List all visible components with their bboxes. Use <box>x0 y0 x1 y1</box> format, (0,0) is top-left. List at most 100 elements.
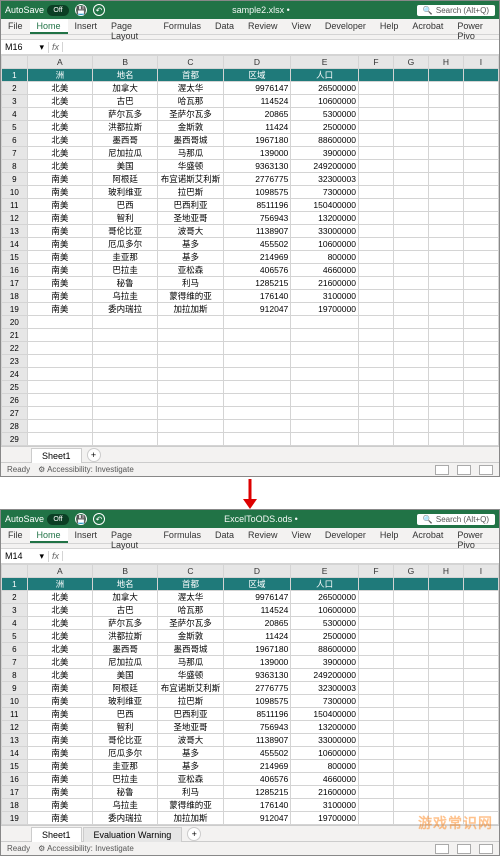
row-header[interactable]: 15 <box>2 251 28 264</box>
row-header[interactable]: 19 <box>2 812 28 825</box>
cell[interactable]: 10600000 <box>291 95 359 108</box>
cell[interactable]: 南美 <box>27 773 92 786</box>
row-header[interactable]: 9 <box>2 682 28 695</box>
cell[interactable]: 249200000 <box>291 160 359 173</box>
cell[interactable]: 波哥大 <box>158 734 223 747</box>
sheet-tab[interactable]: Sheet1 <box>31 827 82 842</box>
row-header[interactable]: 25 <box>2 381 28 394</box>
cell[interactable]: 北美 <box>27 604 92 617</box>
cell[interactable]: 华盛顿 <box>158 669 223 682</box>
cell[interactable]: 8511196 <box>223 199 291 212</box>
cell[interactable]: 南美 <box>27 290 92 303</box>
cell[interactable]: 哥伦比亚 <box>92 225 157 238</box>
row-header[interactable]: 6 <box>2 643 28 656</box>
row-header[interactable]: 1 <box>2 69 28 82</box>
cell[interactable]: 912047 <box>223 812 291 825</box>
cell[interactable]: 3900000 <box>291 147 359 160</box>
row-header[interactable]: 28 <box>2 420 28 433</box>
view-layout-icon[interactable] <box>457 465 471 475</box>
ribbon-tab-page-layout[interactable]: Page Layout <box>104 528 156 543</box>
cell[interactable]: 委内瑞拉 <box>92 303 157 316</box>
cell[interactable]: 11424 <box>223 121 291 134</box>
row-header[interactable]: 21 <box>2 329 28 342</box>
cell[interactable]: 南美 <box>27 734 92 747</box>
row-header[interactable]: 14 <box>2 747 28 760</box>
col-header-B[interactable]: B <box>92 565 157 578</box>
cell[interactable]: 13200000 <box>291 721 359 734</box>
cell[interactable]: 北美 <box>27 656 92 669</box>
cell[interactable]: 华盛顿 <box>158 160 223 173</box>
cell[interactable]: 加拉加斯 <box>158 812 223 825</box>
cell[interactable]: 乌拉圭 <box>92 799 157 812</box>
col-header-I[interactable]: I <box>463 56 498 69</box>
cell[interactable]: 金斯敦 <box>158 121 223 134</box>
cell[interactable]: 巴拉圭 <box>92 264 157 277</box>
ribbon-tab-review[interactable]: Review <box>241 528 285 543</box>
row-header[interactable]: 10 <box>2 186 28 199</box>
fx-icon[interactable]: fx <box>49 551 63 561</box>
cell[interactable]: 布宜诺斯艾利斯 <box>158 682 223 695</box>
cell[interactable]: 阿根廷 <box>92 682 157 695</box>
row-header[interactable]: 3 <box>2 95 28 108</box>
row-header[interactable]: 18 <box>2 290 28 303</box>
row-header[interactable]: 7 <box>2 656 28 669</box>
cell[interactable]: 19700000 <box>291 812 359 825</box>
cell[interactable]: 139000 <box>223 656 291 669</box>
search-box[interactable]: 🔍 Search (Alt+Q) <box>417 514 495 525</box>
cell[interactable]: 南美 <box>27 264 92 277</box>
undo-icon[interactable]: ↶ <box>93 4 105 16</box>
ribbon-tab-insert[interactable]: Insert <box>68 19 105 34</box>
row-header[interactable]: 2 <box>2 82 28 95</box>
ribbon-tab-developer[interactable]: Developer <box>318 528 373 543</box>
cell[interactable]: 基多 <box>158 238 223 251</box>
cell[interactable]: 圣地亚哥 <box>158 721 223 734</box>
cell[interactable]: 南美 <box>27 212 92 225</box>
save-icon[interactable]: 💾 <box>75 513 87 525</box>
ribbon-tab-insert[interactable]: Insert <box>68 528 105 543</box>
select-all[interactable] <box>2 565 28 578</box>
row-header[interactable]: 1 <box>2 578 28 591</box>
cell[interactable]: 10600000 <box>291 238 359 251</box>
cell[interactable]: 马那瓜 <box>158 656 223 669</box>
col-header-D[interactable]: D <box>223 565 291 578</box>
cell[interactable]: 1138907 <box>223 225 291 238</box>
table-header-cell[interactable]: 地名 <box>92 69 157 82</box>
cell[interactable]: 南美 <box>27 695 92 708</box>
cell[interactable]: 马那瓜 <box>158 147 223 160</box>
row-header[interactable]: 2 <box>2 591 28 604</box>
search-box[interactable]: 🔍 Search (Alt+Q) <box>417 5 495 16</box>
cell[interactable]: 2500000 <box>291 630 359 643</box>
ribbon-tab-help[interactable]: Help <box>373 19 406 34</box>
cell[interactable]: 南美 <box>27 682 92 695</box>
cell[interactable]: 南美 <box>27 708 92 721</box>
cell[interactable]: 912047 <box>223 303 291 316</box>
ribbon-tab-view[interactable]: View <box>284 528 317 543</box>
cell[interactable]: 8511196 <box>223 708 291 721</box>
cell[interactable]: 3900000 <box>291 656 359 669</box>
cell[interactable]: 波哥大 <box>158 225 223 238</box>
cell[interactable]: 利马 <box>158 786 223 799</box>
cell[interactable]: 亚松森 <box>158 264 223 277</box>
view-layout-icon[interactable] <box>457 844 471 854</box>
new-sheet-button[interactable]: + <box>87 448 101 462</box>
ribbon-tab-page-layout[interactable]: Page Layout <box>104 19 156 34</box>
ribbon-tab-data[interactable]: Data <box>208 19 241 34</box>
cell[interactable]: 9976147 <box>223 591 291 604</box>
col-header-H[interactable]: H <box>428 56 463 69</box>
col-header-G[interactable]: G <box>393 565 428 578</box>
row-header[interactable]: 16 <box>2 773 28 786</box>
cell[interactable]: 800000 <box>291 760 359 773</box>
cell[interactable]: 2776775 <box>223 682 291 695</box>
cell[interactable]: 洪都拉斯 <box>92 121 157 134</box>
col-header-E[interactable]: E <box>291 56 359 69</box>
sheet-tab[interactable]: Evaluation Warning <box>83 827 183 842</box>
cell[interactable]: 萨尔瓦多 <box>92 108 157 121</box>
row-header[interactable]: 17 <box>2 786 28 799</box>
cell[interactable]: 智利 <box>92 721 157 734</box>
table-header-cell[interactable]: 首都 <box>158 578 223 591</box>
col-header-C[interactable]: C <box>158 56 223 69</box>
row-header[interactable]: 20 <box>2 316 28 329</box>
cell[interactable]: 北美 <box>27 643 92 656</box>
cell[interactable]: 南美 <box>27 173 92 186</box>
cell[interactable]: 10600000 <box>291 604 359 617</box>
